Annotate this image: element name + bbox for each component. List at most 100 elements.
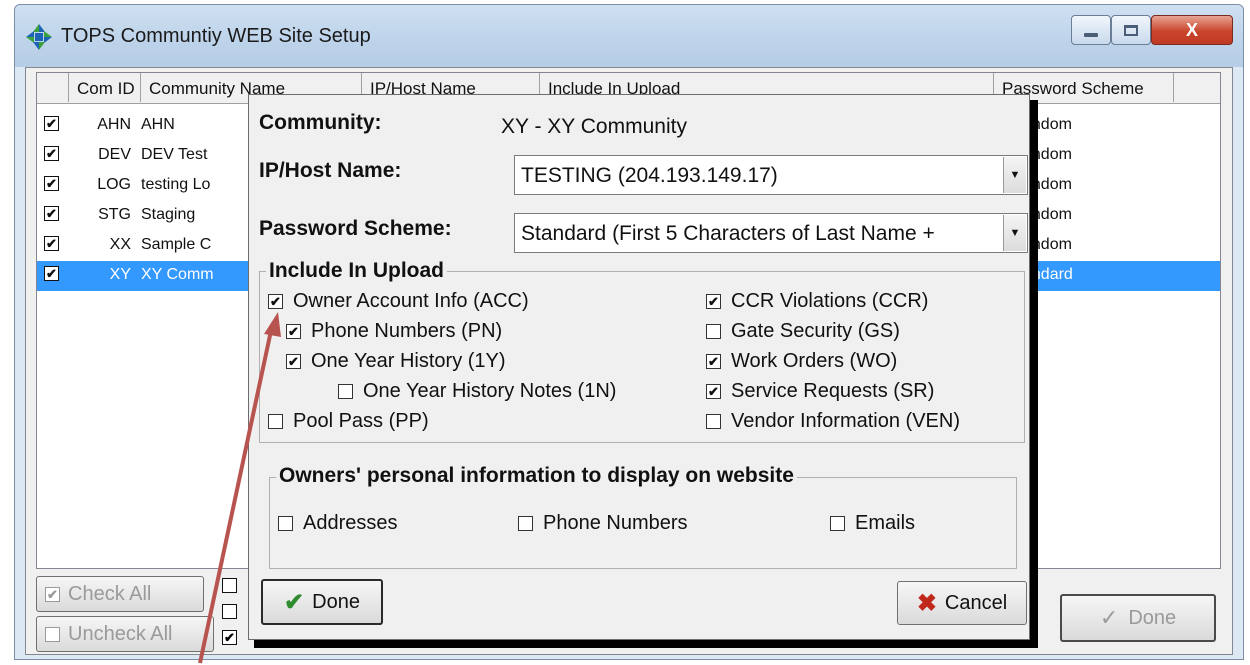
option-addresses-label: Addresses <box>303 512 398 534</box>
option-gs[interactable]: Gate Security (GS) <box>706 320 900 343</box>
password-scheme-value: Standard (First 5 Characters of Last Nam… <box>521 222 935 245</box>
chevron-down-icon[interactable]: ▼ <box>1003 157 1026 193</box>
include-upload-group: Include In Upload ✔ Owner Account Info (… <box>259 259 1025 443</box>
checkbox-phone-numbers[interactable] <box>518 516 533 531</box>
main-done-button[interactable]: ✓ Done <box>1060 594 1216 642</box>
row-community-name: Sample C <box>141 236 212 253</box>
row-checkbox[interactable]: ✔ <box>44 116 59 131</box>
app-logo-icon <box>26 24 52 50</box>
row-com-id: XY <box>109 266 131 283</box>
checkbox-addresses[interactable] <box>278 516 293 531</box>
row-checkbox[interactable]: ✔ <box>44 176 59 191</box>
main-done-label: Done <box>1128 606 1177 629</box>
option-addresses[interactable]: Addresses <box>278 512 398 535</box>
option-wo-label: Work Orders (WO) <box>731 350 898 372</box>
check-all-button[interactable]: ✔ Check All <box>36 576 204 612</box>
dialog-done-button[interactable]: ✔ Done <box>261 579 383 625</box>
checkbox-pp[interactable] <box>268 414 283 429</box>
row-community-name: XY Comm <box>141 266 214 283</box>
checkbox-pn[interactable]: ✔ <box>286 324 301 339</box>
checkbox-1n[interactable] <box>338 384 353 399</box>
option-emails-label: Emails <box>855 512 916 534</box>
host-select[interactable]: TESTING (204.193.149.17) ▼ <box>514 155 1028 195</box>
community-label: Community: <box>259 111 382 134</box>
checkbox-ven[interactable] <box>706 414 721 429</box>
dialog-done-label: Done <box>312 590 360 613</box>
option-ven[interactable]: Vendor Information (VEN) <box>706 410 960 433</box>
upload-settings-dialog: Community: XY - XY Community IP/Host Nam… <box>248 94 1030 640</box>
row-checkbox[interactable]: ✔ <box>44 206 59 221</box>
checkbox-ccr[interactable]: ✔ <box>706 294 721 309</box>
row-com-id: AHN <box>97 116 131 133</box>
password-scheme-label: Password Scheme: <box>259 217 452 240</box>
personal-info-group: Owners' personal information to display … <box>269 464 1017 569</box>
row-community-name: Staging <box>141 206 196 223</box>
uncheck-all-button[interactable]: Uncheck All <box>36 616 214 652</box>
option-1n[interactable]: One Year History Notes (1N) <box>338 380 616 403</box>
uncheck-all-icon <box>45 626 60 642</box>
row-com-id: DEV <box>98 146 131 163</box>
option-emails[interactable]: Emails <box>830 512 915 535</box>
title-bar[interactable]: TOPS Communtiy WEB Site Setup X <box>15 5 1243 67</box>
dialog-cancel-label: Cancel <box>944 591 1008 614</box>
row-community-name: DEV Test <box>141 146 208 163</box>
host-label: IP/Host Name: <box>259 159 402 182</box>
option-sr-label: Service Requests (SR) <box>731 380 935 402</box>
option-phone-numbers[interactable]: Phone Numbers <box>518 512 688 535</box>
option-1n-label: One Year History Notes (1N) <box>363 380 617 402</box>
option-wo[interactable]: ✔ Work Orders (WO) <box>706 350 897 373</box>
check-icon: ✔ <box>284 588 305 616</box>
include-upload-title: Include In Upload <box>266 259 448 283</box>
community-value: XY - XY Community <box>501 115 687 138</box>
checkbox-sr[interactable]: ✔ <box>706 384 721 399</box>
check-all-label: Check All <box>68 582 152 605</box>
option-pp-label: Pool Pass (PP) <box>293 410 429 432</box>
x-icon: ✖ <box>916 589 937 617</box>
option-1y[interactable]: ✔ One Year History (1Y) <box>286 350 506 373</box>
maximize-icon <box>1124 24 1138 36</box>
checkbox-wo[interactable]: ✔ <box>706 354 721 369</box>
row-checkbox[interactable]: ✔ <box>44 266 59 281</box>
option-pn-label: Phone Numbers (PN) <box>311 320 503 342</box>
chevron-down-icon[interactable]: ▼ <box>1003 215 1026 251</box>
row-com-id: XX <box>109 236 131 253</box>
row-community-name: testing Lo <box>141 176 211 193</box>
option-pp[interactable]: Pool Pass (PP) <box>268 410 429 433</box>
option-acc-label: Owner Account Info (ACC) <box>293 290 529 312</box>
checkbox-acc[interactable]: ✔ <box>268 294 283 309</box>
maximize-button[interactable] <box>1111 15 1151 45</box>
option-checkbox[interactable]: ✔ <box>222 630 237 645</box>
host-select-value: TESTING (204.193.149.17) <box>521 164 778 187</box>
option-gs-label: Gate Security (GS) <box>731 320 900 342</box>
option-ven-label: Vendor Information (VEN) <box>731 410 960 432</box>
check-all-icon: ✔ <box>45 586 60 602</box>
window-title: TOPS Communtiy WEB Site Setup <box>61 25 371 47</box>
checkbox-emails[interactable] <box>830 516 845 531</box>
close-icon: X <box>1185 19 1198 40</box>
option-acc[interactable]: ✔ Owner Account Info (ACC) <box>268 290 529 313</box>
row-community-name: AHN <box>141 116 175 133</box>
minimize-icon <box>1084 33 1098 37</box>
personal-info-title: Owners' personal information to display … <box>276 464 797 488</box>
checkbox-gs[interactable] <box>706 324 721 339</box>
option-ccr[interactable]: ✔ CCR Violations (CCR) <box>706 290 928 313</box>
dialog-cancel-button[interactable]: ✖ Cancel <box>897 581 1027 625</box>
option-checkbox[interactable] <box>222 604 237 619</box>
checkbox-1y[interactable]: ✔ <box>286 354 301 369</box>
option-1y-label: One Year History (1Y) <box>311 350 506 372</box>
row-com-id: STG <box>98 206 131 223</box>
password-scheme-select[interactable]: Standard (First 5 Characters of Last Nam… <box>514 213 1028 253</box>
minimize-button[interactable] <box>1071 15 1111 45</box>
close-button[interactable]: X <box>1151 15 1233 45</box>
option-checkbox[interactable] <box>222 578 237 593</box>
option-phone-numbers-label: Phone Numbers <box>543 512 688 534</box>
header-com-id[interactable]: Com ID <box>69 73 141 102</box>
option-sr[interactable]: ✔ Service Requests (SR) <box>706 380 934 403</box>
option-ccr-label: CCR Violations (CCR) <box>731 290 929 312</box>
option-pn[interactable]: ✔ Phone Numbers (PN) <box>286 320 502 343</box>
header-check-column[interactable] <box>37 73 69 102</box>
uncheck-all-label: Uncheck All <box>68 622 173 645</box>
row-checkbox[interactable]: ✔ <box>44 236 59 251</box>
row-checkbox[interactable]: ✔ <box>44 146 59 161</box>
check-icon: ✓ <box>1099 605 1119 630</box>
